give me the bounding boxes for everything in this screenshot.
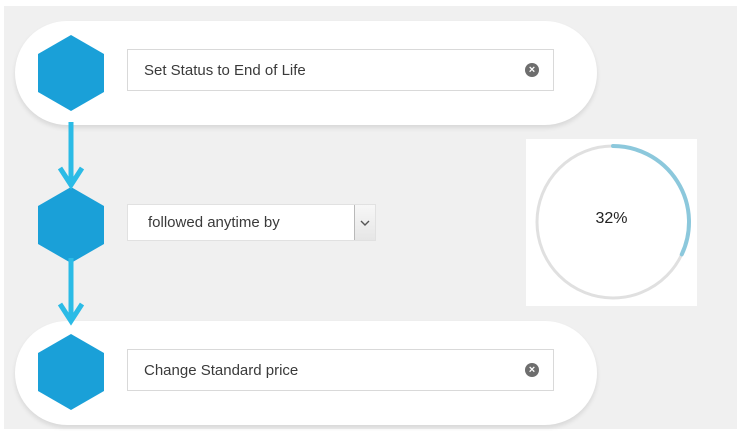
connector-select[interactable]: followed anytime by: [127, 204, 376, 241]
connector-selected-value: followed anytime by: [148, 214, 280, 231]
chevron-down-icon[interactable]: [354, 205, 375, 240]
progress-panel: 32%: [526, 139, 697, 306]
progress-value: 32%: [595, 210, 628, 227]
step-2-label: Change Standard price: [144, 361, 299, 379]
step-1-label: Set Status to End of Life: [144, 61, 306, 79]
hexagon-icon: [38, 187, 104, 263]
arrow-down-icon: [57, 258, 85, 326]
arrow-down-icon: [57, 122, 85, 190]
workflow-canvas: Set Status to End of Life × followed any…: [4, 6, 737, 429]
step-2-field[interactable]: Change Standard price ×: [127, 349, 554, 391]
close-circle-icon[interactable]: ×: [525, 63, 539, 77]
close-circle-icon[interactable]: ×: [525, 363, 539, 377]
step-1-field[interactable]: Set Status to End of Life ×: [127, 49, 554, 91]
progress-arc: [611, 144, 691, 257]
